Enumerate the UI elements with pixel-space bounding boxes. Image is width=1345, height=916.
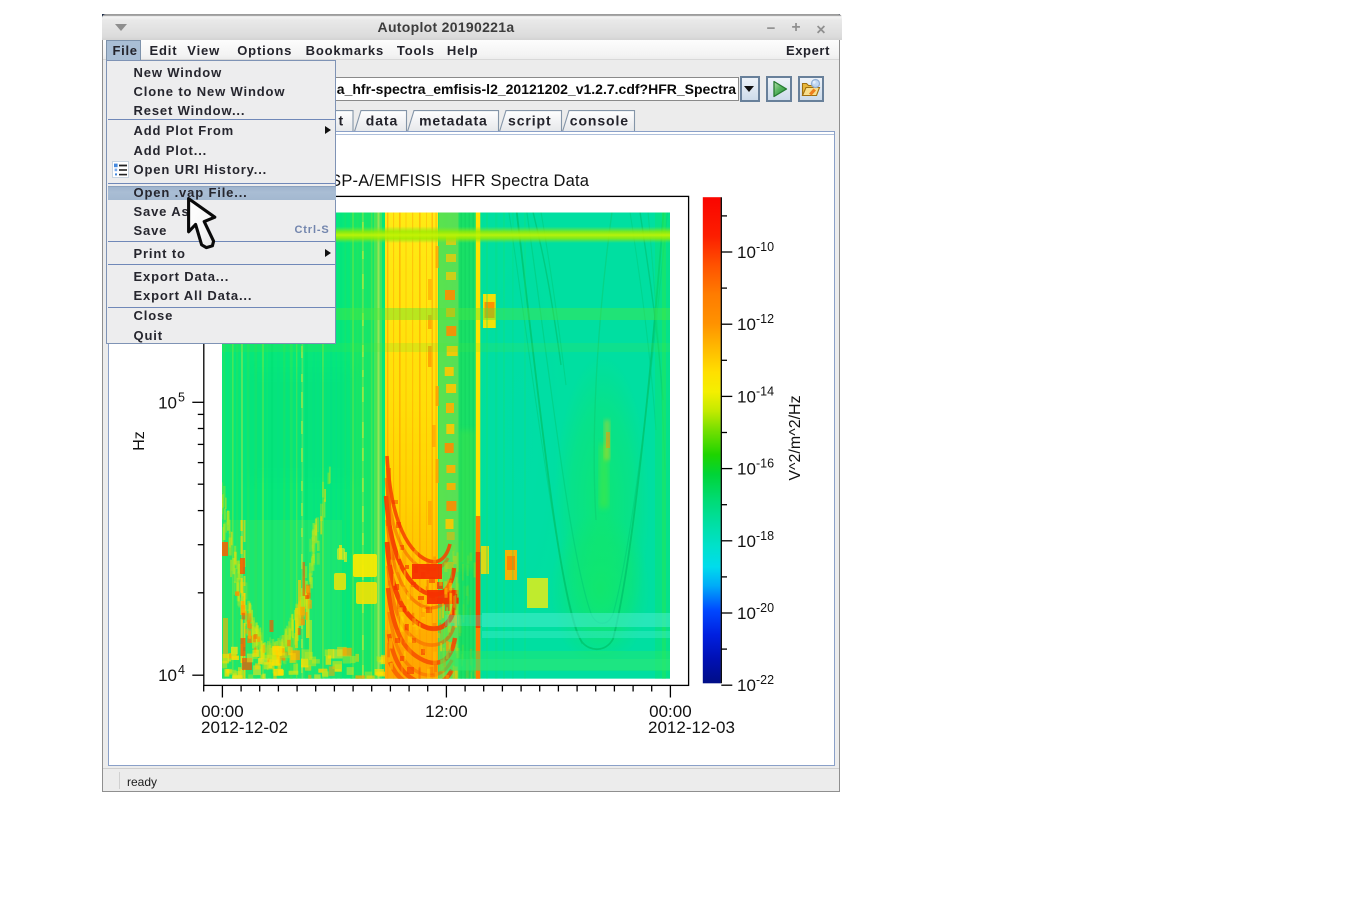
- svg-text:2012-12-03: 2012-12-03: [648, 718, 735, 737]
- svg-text:10: 10: [737, 315, 756, 334]
- svg-text:10: 10: [737, 604, 756, 623]
- svg-text:-14: -14: [756, 384, 774, 398]
- svg-text:-12: -12: [756, 312, 774, 326]
- svg-text:10: 10: [158, 393, 177, 412]
- svg-text:10: 10: [737, 532, 756, 551]
- svg-text:t: t: [339, 112, 345, 128]
- svg-text:V^2/m^2/Hz: V^2/m^2/Hz: [787, 395, 804, 480]
- svg-text:4: 4: [178, 663, 185, 677]
- svg-text:2012-12-02: 2012-12-02: [201, 718, 288, 737]
- svg-text:script: script: [508, 112, 552, 128]
- svg-text:metadata: metadata: [419, 112, 488, 128]
- svg-text:10: 10: [737, 387, 756, 406]
- svg-text:12:00: 12:00: [425, 702, 468, 721]
- svg-text:-16: -16: [756, 457, 774, 471]
- svg-text:console: console: [570, 112, 629, 128]
- svg-text:10: 10: [737, 676, 756, 695]
- svg-text:Hz: Hz: [131, 431, 148, 451]
- svg-text:-20: -20: [756, 601, 774, 615]
- svg-text:10: 10: [158, 666, 177, 685]
- svg-text:5: 5: [178, 390, 185, 404]
- svg-text:RBSP-A/EMFISIS HFR Spectra Da: RBSP-A/EMFISIS HFR Spectra Data: [307, 172, 590, 190]
- svg-text:-10: -10: [756, 240, 774, 254]
- svg-text:10: 10: [737, 243, 756, 262]
- svg-text:-22: -22: [756, 673, 774, 687]
- svg-text:data: data: [366, 112, 398, 128]
- svg-text:10: 10: [737, 460, 756, 479]
- svg-text:-18: -18: [756, 529, 774, 543]
